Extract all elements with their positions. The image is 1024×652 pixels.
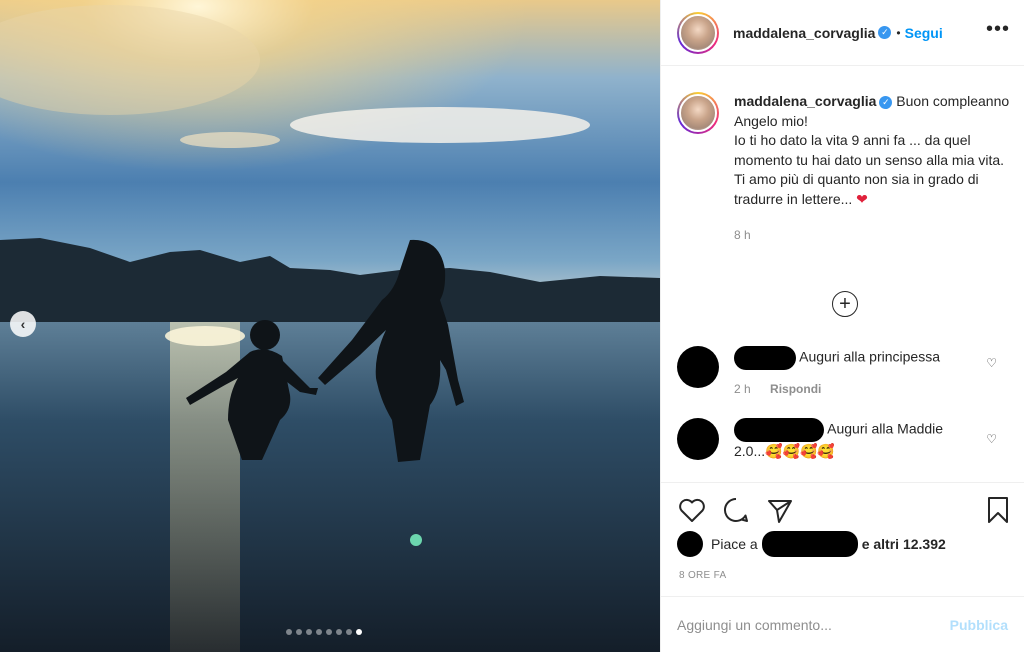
separator-dot: • [896, 25, 901, 40]
carousel-dot [306, 629, 312, 635]
follow-button[interactable]: Segui [905, 25, 943, 41]
comment-input[interactable] [677, 616, 950, 633]
carousel-dot [356, 629, 362, 635]
carousel-dot [326, 629, 332, 635]
likes-summary: Piace a e altri 12.392 [677, 531, 946, 557]
likes-count[interactable]: e altri 12.392 [862, 536, 946, 552]
likes-prefix: Piace a [711, 536, 758, 552]
carousel-dot [316, 629, 322, 635]
verified-badge-icon: ✓ [879, 95, 893, 109]
more-dots-icon[interactable]: ••• [986, 18, 1010, 41]
comment-item: Auguri alla principessa 2 h Rispondi ♡ [677, 346, 1017, 400]
chevron-left-icon: ‹ [20, 316, 26, 332]
redacted-username [734, 418, 824, 442]
carousel-dot [336, 629, 342, 635]
redacted-username [761, 531, 858, 557]
carousel-dot [296, 629, 302, 635]
verified-badge-icon: ✓ [878, 26, 892, 39]
caption-username[interactable]: maddalena_corvaglia [734, 93, 876, 109]
caption-avatar[interactable] [677, 92, 719, 134]
post-caption: maddalena_corvaglia ✓ Buon compleanno Ang… [677, 92, 1017, 246]
publish-button[interactable]: Pubblica [950, 617, 1008, 633]
comment-item: Auguri alla Maddie 2.0...🥰🥰🥰🥰 ♡ [677, 418, 1017, 462]
avatar[interactable] [677, 11, 719, 54]
comment-bubble-icon[interactable] [721, 495, 751, 525]
comment-composer: Pubblica [661, 596, 1024, 652]
reply-button[interactable]: Rispondi [770, 382, 821, 396]
post-side-panel: maddalena_corvaglia ✓ • Segui ••• maddal… [660, 0, 1024, 652]
like-heart-icon[interactable] [677, 495, 707, 525]
comment-text: Auguri alla principessa [799, 348, 940, 365]
carousel-dot [346, 629, 352, 635]
plus-icon: + [839, 292, 851, 315]
heart-emoji: ❤ [856, 190, 868, 207]
comment-like-heart-icon[interactable]: ♡ [986, 356, 997, 370]
comment-time[interactable]: 2 h [734, 382, 751, 396]
bookmark-icon[interactable] [983, 495, 1013, 525]
caption-text: Io ti ho dato la vita 9 anni fa ... da q… [734, 132, 1005, 207]
carousel-dot [286, 629, 292, 635]
carousel-dots [286, 629, 362, 635]
comment-like-heart-icon[interactable]: ♡ [986, 432, 997, 446]
caption-timestamp[interactable]: 8 h [734, 226, 1017, 246]
comment-avatar[interactable] [677, 418, 719, 460]
sunset-beach-image [0, 0, 660, 652]
load-more-comments-button[interactable]: + [832, 291, 858, 317]
redacted-username [734, 346, 796, 370]
carousel-prev-button[interactable]: ‹ [10, 311, 36, 337]
post-header: maddalena_corvaglia ✓ • Segui ••• [661, 0, 1024, 66]
post-photo[interactable]: ‹ [0, 0, 660, 652]
share-send-icon[interactable] [765, 495, 795, 525]
liker-avatar[interactable] [677, 531, 703, 557]
post-date[interactable]: 8 ORE FA [679, 570, 726, 581]
comment-avatar[interactable] [677, 346, 719, 388]
header-username[interactable]: maddalena_corvaglia [733, 25, 875, 41]
